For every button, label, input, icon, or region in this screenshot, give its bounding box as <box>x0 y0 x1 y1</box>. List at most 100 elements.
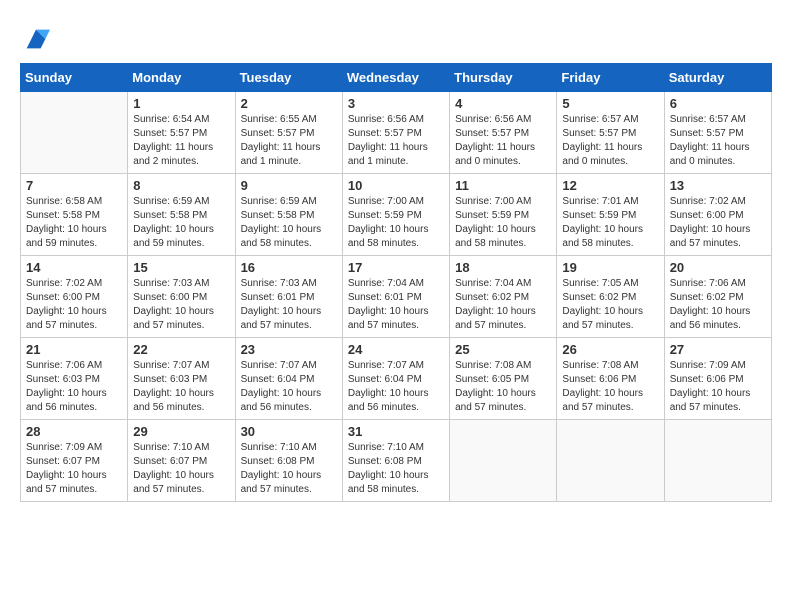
day-info: Sunrise: 6:58 AMSunset: 5:58 PMDaylight:… <box>26 195 122 251</box>
day-info: Sunrise: 7:06 AMSunset: 6:03 PMDaylight:… <box>26 359 122 415</box>
calendar-cell: 28 Sunrise: 7:09 AMSunset: 6:07 PMDayligh… <box>21 420 128 502</box>
day-number: 21 <box>26 342 122 357</box>
day-info: Sunrise: 7:01 AMSunset: 5:59 PMDaylight:… <box>562 195 658 251</box>
calendar-cell: 29 Sunrise: 7:10 AMSunset: 6:07 PMDayligh… <box>128 420 235 502</box>
day-info: Sunrise: 7:05 AMSunset: 6:02 PMDaylight:… <box>562 277 658 333</box>
day-info: Sunrise: 7:04 AMSunset: 6:01 PMDaylight:… <box>348 277 444 333</box>
day-number: 11 <box>455 178 551 193</box>
day-number: 9 <box>241 178 337 193</box>
day-number: 12 <box>562 178 658 193</box>
day-number: 28 <box>26 424 122 439</box>
calendar-cell <box>557 420 664 502</box>
day-info: Sunrise: 7:09 AMSunset: 6:07 PMDaylight:… <box>26 441 122 497</box>
day-info: Sunrise: 7:09 AMSunset: 6:06 PMDaylight:… <box>670 359 766 415</box>
logo-icon <box>22 25 50 53</box>
weekday-header-friday: Friday <box>557 64 664 92</box>
day-info: Sunrise: 6:56 AMSunset: 5:57 PMDaylight:… <box>348 113 444 169</box>
weekday-header-sunday: Sunday <box>21 64 128 92</box>
calendar-cell: 25 Sunrise: 7:08 AMSunset: 6:05 PMDayligh… <box>450 338 557 420</box>
day-number: 3 <box>348 96 444 111</box>
calendar-cell: 16 Sunrise: 7:03 AMSunset: 6:01 PMDayligh… <box>235 256 342 338</box>
calendar-cell: 15 Sunrise: 7:03 AMSunset: 6:00 PMDayligh… <box>128 256 235 338</box>
day-number: 22 <box>133 342 229 357</box>
calendar-cell: 30 Sunrise: 7:10 AMSunset: 6:08 PMDayligh… <box>235 420 342 502</box>
day-info: Sunrise: 7:07 AMSunset: 6:04 PMDaylight:… <box>348 359 444 415</box>
calendar-cell: 14 Sunrise: 7:02 AMSunset: 6:00 PMDayligh… <box>21 256 128 338</box>
day-info: Sunrise: 6:54 AMSunset: 5:57 PMDaylight:… <box>133 113 229 169</box>
day-number: 25 <box>455 342 551 357</box>
logo <box>20 25 50 53</box>
day-number: 23 <box>241 342 337 357</box>
day-info: Sunrise: 7:10 AMSunset: 6:08 PMDaylight:… <box>241 441 337 497</box>
calendar-cell: 1Sunrise: 6:54 AMSunset: 5:57 PMDaylight… <box>128 92 235 174</box>
day-number: 8 <box>133 178 229 193</box>
calendar-cell: 6 Sunrise: 6:57 AMSunset: 5:57 PMDaylight… <box>664 92 771 174</box>
calendar-cell: 17 Sunrise: 7:04 AMSunset: 6:01 PMDayligh… <box>342 256 449 338</box>
calendar-cell: 20Sunrise: 7:06 AMSunset: 6:02 PMDayligh… <box>664 256 771 338</box>
calendar-cell: 7 Sunrise: 6:58 AMSunset: 5:58 PMDaylight… <box>21 174 128 256</box>
day-number: 20 <box>670 260 766 275</box>
day-info: Sunrise: 7:00 AMSunset: 5:59 PMDaylight:… <box>348 195 444 251</box>
week-row-1: 1Sunrise: 6:54 AMSunset: 5:57 PMDaylight… <box>21 92 772 174</box>
day-info: Sunrise: 7:08 AMSunset: 6:05 PMDaylight:… <box>455 359 551 415</box>
day-info: Sunrise: 7:03 AMSunset: 6:01 PMDaylight:… <box>241 277 337 333</box>
week-row-3: 14 Sunrise: 7:02 AMSunset: 6:00 PMDayligh… <box>21 256 772 338</box>
weekday-header-saturday: Saturday <box>664 64 771 92</box>
calendar-cell <box>664 420 771 502</box>
day-number: 14 <box>26 260 122 275</box>
calendar-cell: 10Sunrise: 7:00 AMSunset: 5:59 PMDayligh… <box>342 174 449 256</box>
day-info: Sunrise: 7:02 AMSunset: 6:00 PMDaylight:… <box>26 277 122 333</box>
week-row-5: 28 Sunrise: 7:09 AMSunset: 6:07 PMDayligh… <box>21 420 772 502</box>
day-number: 15 <box>133 260 229 275</box>
weekday-header-monday: Monday <box>128 64 235 92</box>
day-number: 4 <box>455 96 551 111</box>
calendar-cell: 12 Sunrise: 7:01 AMSunset: 5:59 PMDayligh… <box>557 174 664 256</box>
calendar-cell: 4Sunrise: 6:56 AMSunset: 5:57 PMDaylight… <box>450 92 557 174</box>
day-info: Sunrise: 7:07 AMSunset: 6:03 PMDaylight:… <box>133 359 229 415</box>
day-number: 26 <box>562 342 658 357</box>
day-info: Sunrise: 7:03 AMSunset: 6:00 PMDaylight:… <box>133 277 229 333</box>
day-number: 31 <box>348 424 444 439</box>
calendar-cell: 18Sunrise: 7:04 AMSunset: 6:02 PMDayligh… <box>450 256 557 338</box>
day-number: 7 <box>26 178 122 193</box>
calendar-cell: 19 Sunrise: 7:05 AMSunset: 6:02 PMDayligh… <box>557 256 664 338</box>
calendar-cell: 3 Sunrise: 6:56 AMSunset: 5:57 PMDaylight… <box>342 92 449 174</box>
day-number: 29 <box>133 424 229 439</box>
day-number: 6 <box>670 96 766 111</box>
weekday-header-wednesday: Wednesday <box>342 64 449 92</box>
calendar-cell: 31Sunrise: 7:10 AMSunset: 6:08 PMDayligh… <box>342 420 449 502</box>
calendar-cell: 27 Sunrise: 7:09 AMSunset: 6:06 PMDayligh… <box>664 338 771 420</box>
day-number: 13 <box>670 178 766 193</box>
day-number: 27 <box>670 342 766 357</box>
calendar-cell: 23 Sunrise: 7:07 AMSunset: 6:04 PMDayligh… <box>235 338 342 420</box>
calendar-cell: 8 Sunrise: 6:59 AMSunset: 5:58 PMDaylight… <box>128 174 235 256</box>
day-number: 19 <box>562 260 658 275</box>
calendar-cell: 26 Sunrise: 7:08 AMSunset: 6:06 PMDayligh… <box>557 338 664 420</box>
day-number: 2 <box>241 96 337 111</box>
weekday-header-thursday: Thursday <box>450 64 557 92</box>
day-number: 16 <box>241 260 337 275</box>
day-info: Sunrise: 7:04 AMSunset: 6:02 PMDaylight:… <box>455 277 551 333</box>
day-info: Sunrise: 6:57 AMSunset: 5:57 PMDaylight:… <box>562 113 658 169</box>
day-info: Sunrise: 6:59 AMSunset: 5:58 PMDaylight:… <box>133 195 229 251</box>
day-info: Sunrise: 7:02 AMSunset: 6:00 PMDaylight:… <box>670 195 766 251</box>
day-info: Sunrise: 7:08 AMSunset: 6:06 PMDaylight:… <box>562 359 658 415</box>
day-info: Sunrise: 7:00 AMSunset: 5:59 PMDaylight:… <box>455 195 551 251</box>
day-info: Sunrise: 7:07 AMSunset: 6:04 PMDaylight:… <box>241 359 337 415</box>
day-info: Sunrise: 7:10 AMSunset: 6:07 PMDaylight:… <box>133 441 229 497</box>
calendar-cell: 2Sunrise: 6:55 AMSunset: 5:57 PMDaylight… <box>235 92 342 174</box>
calendar-cell: 9 Sunrise: 6:59 AMSunset: 5:58 PMDaylight… <box>235 174 342 256</box>
calendar-cell: 22 Sunrise: 7:07 AMSunset: 6:03 PMDayligh… <box>128 338 235 420</box>
day-info: Sunrise: 6:57 AMSunset: 5:57 PMDaylight:… <box>670 113 766 169</box>
calendar-table: SundayMondayTuesdayWednesdayThursdayFrid… <box>20 63 772 502</box>
calendar-cell <box>450 420 557 502</box>
weekday-header-tuesday: Tuesday <box>235 64 342 92</box>
week-row-2: 7 Sunrise: 6:58 AMSunset: 5:58 PMDaylight… <box>21 174 772 256</box>
calendar-cell: 13 Sunrise: 7:02 AMSunset: 6:00 PMDayligh… <box>664 174 771 256</box>
calendar-cell: 5Sunrise: 6:57 AMSunset: 5:57 PMDaylight… <box>557 92 664 174</box>
day-number: 17 <box>348 260 444 275</box>
calendar-cell: 21 Sunrise: 7:06 AMSunset: 6:03 PMDayligh… <box>21 338 128 420</box>
day-number: 24 <box>348 342 444 357</box>
day-number: 30 <box>241 424 337 439</box>
day-info: Sunrise: 6:59 AMSunset: 5:58 PMDaylight:… <box>241 195 337 251</box>
